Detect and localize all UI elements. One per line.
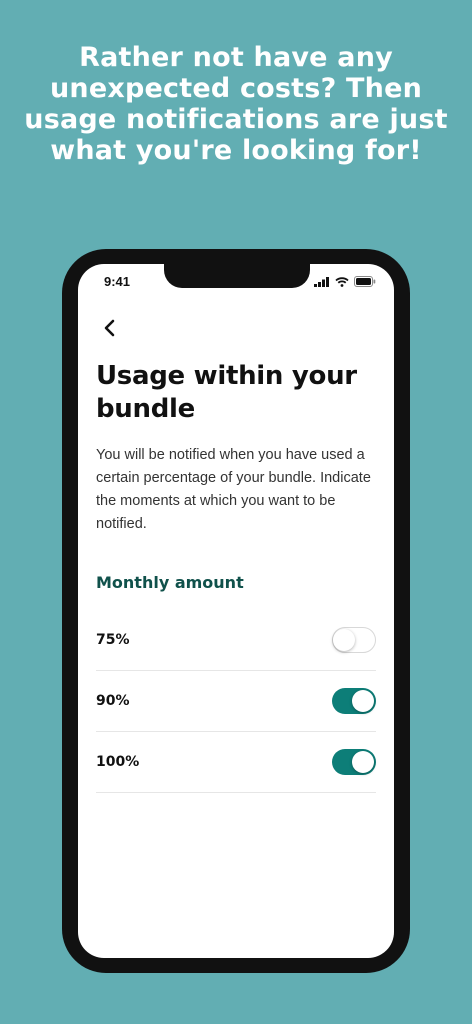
battery-icon bbox=[354, 276, 376, 287]
toggle-knob bbox=[333, 628, 355, 651]
signal-icon bbox=[314, 276, 329, 287]
toggle-100[interactable] bbox=[332, 749, 376, 775]
wifi-icon bbox=[335, 276, 349, 287]
toggle-knob bbox=[352, 751, 374, 773]
section-title-monthly-amount: Monthly amount bbox=[96, 573, 244, 592]
option-label-100: 100% bbox=[96, 754, 140, 770]
phone-notch bbox=[164, 264, 310, 288]
status-icons bbox=[314, 276, 376, 287]
back-button[interactable] bbox=[98, 316, 122, 340]
toggle-75[interactable] bbox=[332, 627, 376, 653]
status-time: 9:41 bbox=[104, 274, 131, 289]
chevron-left-icon bbox=[104, 319, 115, 337]
phone-frame: 9:41 Usage within your bundle You will b… bbox=[62, 249, 410, 973]
toggle-knob bbox=[352, 690, 374, 712]
notification-options-list: 75% 90% 100% bbox=[96, 610, 376, 793]
toggle-90[interactable] bbox=[332, 688, 376, 714]
option-row-100: 100% bbox=[96, 732, 376, 793]
phone-screen: 9:41 Usage within your bundle You will b… bbox=[78, 264, 394, 958]
option-label-75: 75% bbox=[96, 632, 130, 648]
option-row-90: 90% bbox=[96, 671, 376, 732]
page-title: Usage within your bundle bbox=[96, 361, 357, 424]
option-label-90: 90% bbox=[96, 693, 130, 709]
option-row-75: 75% bbox=[96, 610, 376, 671]
page-description: You will be notified when you have used … bbox=[96, 447, 371, 532]
promo-headline: Rather not have any unexpected costs? Th… bbox=[24, 42, 448, 166]
